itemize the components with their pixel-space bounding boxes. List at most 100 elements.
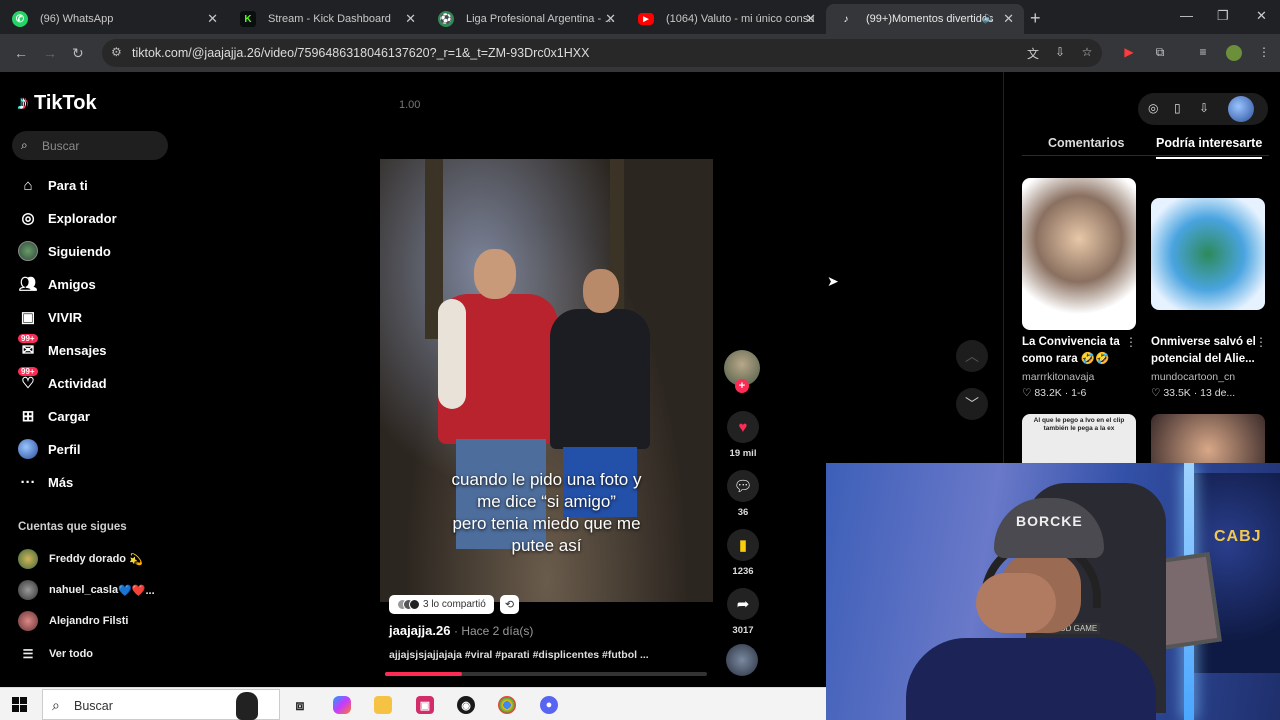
speaker-icon[interactable]: 🔈 [982,11,996,24]
app-icon[interactable]: ▣ [416,696,434,714]
tiktok-logo[interactable]: ♪ TikTok [18,92,97,115]
nav-mensajes[interactable]: ✉ 99+ Mensajes [18,334,107,362]
nav-cargar[interactable]: ⊞ Cargar [18,404,90,428]
site-info-icon[interactable]: ⚙ [111,45,122,59]
cap-text: BORCKE [1016,513,1083,529]
follow-plus-icon[interactable]: + [735,379,749,393]
following-account[interactable]: Alejandro Filsti [18,611,128,631]
following-account[interactable]: Freddy dorado 💫 [18,549,143,569]
extension-youtube-icon[interactable]: ▶ [1121,45,1137,61]
tab-whatsapp[interactable]: ✆ (96) WhatsApp ✕ [0,4,228,34]
see-all-link[interactable]: ☰ Ver todo [18,644,93,664]
playback-speed[interactable]: 1.00 [399,99,420,111]
more-options-icon[interactable]: ⋮ [1255,335,1267,349]
video-author[interactable]: jaajajja.26 [389,623,450,638]
next-video-icon[interactable]: ﹀ [956,388,988,420]
file-explorer-icon[interactable] [374,696,392,714]
bookmark-star-icon[interactable]: ☆ [1079,45,1095,61]
copilot-icon[interactable] [333,696,351,714]
phone-icon[interactable]: ▯ [1174,101,1181,115]
video-progress-fill [385,672,463,676]
video-description[interactable]: ajjajsjsjajjajaja #viral #parati #displi… [389,649,649,661]
recommendation-author[interactable]: mundocartoon_cn [1151,371,1235,383]
more-options-icon[interactable]: ⋮ [1125,335,1137,349]
comment-button[interactable]: 💬︎ 36 [726,470,760,518]
save-count: 1236 [732,566,754,577]
share-count: 3017 [732,625,754,636]
close-icon[interactable]: ✕ [1003,11,1014,27]
chrome-icon[interactable] [498,696,516,714]
media-control-icon[interactable]: ≡ [1195,45,1211,61]
following-account[interactable]: nahuel_casla 💙❤️... [18,580,155,600]
extensions-icon[interactable]: ⧉ [1152,45,1168,61]
close-icon[interactable]: ✕ [405,11,416,27]
nav-perfil[interactable]: Perfil [18,437,81,461]
save-button[interactable]: ▮ 1236 [726,529,760,577]
address-bar[interactable]: ⚙ tiktok.com/@jaajajja.26/video/75964863… [102,39,1102,67]
tiktok-note-icon: ♪ [18,92,28,114]
install-icon[interactable]: ⇩ [1052,45,1068,61]
search-placeholder: Buscar [42,139,80,153]
nav-para-ti[interactable]: ⌂ Para ti [18,173,88,197]
recommendation-title[interactable]: Onmiverse salvó el potencial del Alie... [1151,334,1257,368]
download-icon[interactable]: ⇩ [1199,101,1209,115]
tab-liga[interactable]: ⚽ Liga Profesional Argentina - PO ✕ [426,4,626,34]
tab-tiktok[interactable]: ♪ (99+)Momentos divertidos 🔈 ✕ [826,4,1024,34]
nav-label: Para ti [48,177,88,193]
tiktok-icon: ♪ [843,13,849,25]
close-window-icon[interactable]: ✕ [1256,8,1267,24]
whatsapp-icon: ✆ [12,11,28,27]
nav-actividad[interactable]: ♡ 99+ Actividad [18,367,107,395]
music-disc-icon[interactable] [726,644,758,676]
back-icon[interactable]: ← [14,45,28,61]
avatar [18,549,38,569]
repost-icon[interactable]: ⟲ [500,595,519,614]
task-view-icon[interactable]: ⧈ [291,696,309,714]
menu-dots-icon[interactable]: ⋮ [1256,45,1272,61]
video-player[interactable]: cuando le pido una foto y me dice “si am… [380,159,713,602]
tab-title: Liga Profesional Argentina - PO [466,13,616,25]
tab-podria-interesarte[interactable]: Podría interesarte [1156,136,1263,159]
discord-icon[interactable]: ● [540,696,558,714]
share-button[interactable]: ➦ 3017 [726,588,760,636]
video-progress-bar[interactable] [385,672,707,676]
minimize-icon[interactable]: — [1180,8,1193,23]
reload-icon[interactable]: ↻ [72,45,84,62]
tab-comentarios[interactable]: Comentarios [1048,136,1124,150]
forward-icon[interactable]: → [43,45,57,61]
nav-siguiendo[interactable]: Siguiendo [18,239,111,263]
compass-small-icon[interactable]: ◎ [1148,101,1158,115]
restore-icon[interactable]: ❐ [1217,8,1229,24]
compass-icon: ◎ [21,210,35,227]
windows-start-icon[interactable] [12,697,27,712]
tab-youtube[interactable]: ▶ (1064) Valuto - mi único consu ✕ [626,4,826,34]
taskbar-search[interactable]: ⌕ Buscar [42,689,280,720]
nav-mas[interactable]: ··· Más [18,470,74,494]
nav-label: Más [48,474,74,490]
like-button[interactable]: ♥ 19 mil [726,411,760,459]
shared-by-chip[interactable]: 3 lo compartió [389,595,494,614]
new-tab-icon[interactable]: + [1030,8,1041,29]
user-avatar-icon[interactable] [1228,96,1254,122]
profile-avatar-icon[interactable] [1226,45,1242,61]
share-icon: ➦ [727,588,759,620]
nav-explorador[interactable]: ◎ Explorador [18,206,116,230]
close-icon[interactable]: ✕ [805,11,816,27]
nav-vivir[interactable]: ▣ VIVIR [18,305,82,329]
previous-video-icon[interactable]: ︿ [956,340,988,372]
recommendation-title[interactable]: La Convivencia ta como rara 🤣🤣 [1022,334,1128,368]
recommendation-author[interactable]: marrrkitonavaja [1022,371,1094,383]
recommendation-thumbnail[interactable] [1022,178,1136,330]
close-icon[interactable]: ✕ [207,11,218,27]
recommendation-likes: 33.5K [1163,387,1191,399]
tab-title: (96) WhatsApp [40,13,114,25]
recommendation-thumbnail[interactable] [1151,198,1265,310]
translate-icon[interactable]: 文 [1025,45,1041,61]
tab-kick[interactable]: K Stream - Kick Dashboard ✕ [228,4,426,34]
search-input[interactable]: ⌕ Buscar [12,131,168,160]
close-icon[interactable]: ✕ [605,11,616,27]
profile-icon [18,439,38,459]
obs-icon[interactable]: ◉ [457,696,475,714]
account-emoji: 💙❤️... [118,584,155,597]
nav-amigos[interactable]: 👥︎ Amigos [18,272,95,296]
